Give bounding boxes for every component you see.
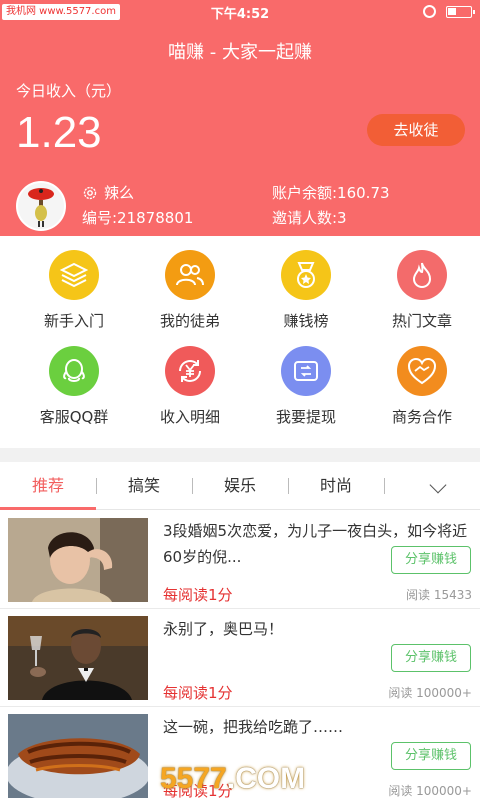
gear-icon[interactable]: [82, 185, 98, 201]
article-thumbnail: [8, 518, 148, 602]
tab-fashion[interactable]: 时尚: [288, 462, 384, 510]
nickname: 辣么: [104, 184, 135, 202]
medal-icon: [281, 250, 331, 300]
grid-item-qq-group[interactable]: 客服QQ群: [16, 332, 132, 428]
grid-item-withdraw[interactable]: 我要提现: [248, 332, 364, 428]
read-count: 阅读 100000+: [388, 784, 472, 798]
tab-entertainment[interactable]: 娱乐: [192, 462, 288, 510]
article-title: 这一碗，把我给吃跪了……: [163, 718, 344, 736]
wallet-icon: [281, 346, 331, 396]
status-time: 下午4:52: [210, 7, 270, 22]
profile-header: 喵赚 - 大家一起赚 今日收入（元） 1.23 去收徒 辣么 编号:218788…: [0, 24, 480, 236]
account-balance: 账户余额:160.73: [272, 184, 390, 202]
users-icon: [165, 250, 215, 300]
article-title: 永别了，奥巴马！: [163, 620, 284, 638]
site-logo-watermark: 5577.COM: [160, 762, 360, 800]
grid-label: 我要提现: [275, 408, 336, 426]
category-tabs: 推荐 搞笑 娱乐 时尚: [0, 462, 480, 510]
read-count: 阅读 15433: [406, 588, 472, 602]
handshake-icon: [397, 346, 447, 396]
article-reward: 每阅读1分: [163, 586, 233, 604]
grid-label: 我的徒弟: [159, 312, 220, 330]
share-earn-button[interactable]: 分享赚钱: [391, 742, 471, 770]
user-id: 编号:21878801: [82, 209, 194, 227]
grid-label: 热门文章: [391, 312, 452, 330]
grid-item-business[interactable]: 商务合作: [364, 332, 480, 428]
battery-icon: [446, 5, 475, 18]
qq-icon: [49, 346, 99, 396]
grid-label: 收入明细: [159, 408, 220, 426]
yen-refresh-icon: [165, 346, 215, 396]
feature-grid: 新手入门 我的徒弟 赚钱榜 热门文章 客服QQ群 收入明细 我要提现 商务合作: [0, 236, 480, 448]
share-earn-button[interactable]: 分享赚钱: [391, 644, 471, 672]
article-thumbnail: [8, 616, 148, 700]
fire-icon: [397, 250, 447, 300]
rotation-lock-icon: [423, 5, 436, 18]
share-earn-button[interactable]: 分享赚钱: [391, 546, 471, 574]
income-label: 今日收入（元）: [16, 82, 122, 100]
article-item[interactable]: 3段婚姻5次恋爱，为儿子一夜白头，如今将近60岁的倪... 每阅读1分 分享赚钱…: [0, 512, 480, 609]
grid-item-income-detail[interactable]: 收入明细: [132, 332, 248, 428]
article-thumbnail: [8, 714, 148, 798]
invite-count: 邀请人数:3: [272, 209, 347, 227]
tab-active-indicator: [0, 507, 96, 510]
layers-icon: [49, 250, 99, 300]
chevron-down-icon[interactable]: [429, 476, 447, 494]
watermark-domain: .COM: [226, 762, 306, 795]
grid-label: 赚钱榜: [283, 312, 329, 330]
recruit-button[interactable]: 去收徒: [367, 114, 465, 146]
grid-item-apprentices[interactable]: 我的徒弟: [132, 236, 248, 332]
tab-recommend[interactable]: 推荐: [0, 462, 96, 510]
app-title: 喵赚 - 大家一起赚: [168, 42, 312, 63]
income-value: 1.23: [16, 108, 102, 157]
grid-item-newbie[interactable]: 新手入门: [16, 236, 132, 332]
grid-label: 新手入门: [43, 312, 104, 330]
avatar[interactable]: [16, 181, 66, 231]
tab-funny[interactable]: 搞笑: [96, 462, 192, 510]
grid-label: 客服QQ群: [39, 408, 109, 426]
grid-item-hot-articles[interactable]: 热门文章: [364, 236, 480, 332]
read-count: 阅读 100000+: [388, 686, 472, 700]
status-bar: 我机网 www.5577.com 下午4:52: [0, 0, 480, 24]
grid-label: 商务合作: [391, 408, 452, 426]
tab-divider: [384, 478, 385, 494]
section-divider: [0, 448, 480, 462]
watermark-number: 5577: [160, 762, 227, 795]
article-item[interactable]: 永别了，奥巴马！ 每阅读1分 分享赚钱 阅读 100000+: [0, 610, 480, 707]
article-reward: 每阅读1分: [163, 684, 233, 702]
grid-item-leaderboard[interactable]: 赚钱榜: [248, 236, 364, 332]
